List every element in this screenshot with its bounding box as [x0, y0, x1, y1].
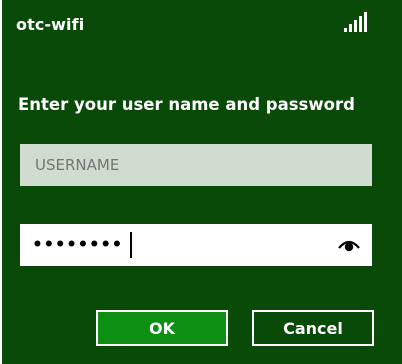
text-caret [130, 232, 132, 258]
username-field[interactable] [20, 144, 372, 186]
password-field[interactable]: •••••••• [32, 234, 123, 256]
eye-icon[interactable] [338, 237, 360, 253]
login-prompt: Enter your user name and password [18, 95, 355, 114]
wifi-login-panel: otc-wifi Enter your user name and passwo… [2, 0, 402, 364]
password-box[interactable]: •••••••• [20, 224, 372, 266]
cancel-button[interactable]: Cancel [252, 310, 374, 346]
signal-bars-icon [342, 11, 370, 33]
ok-button[interactable]: OK [96, 310, 228, 346]
network-name: otc-wifi [16, 15, 85, 34]
